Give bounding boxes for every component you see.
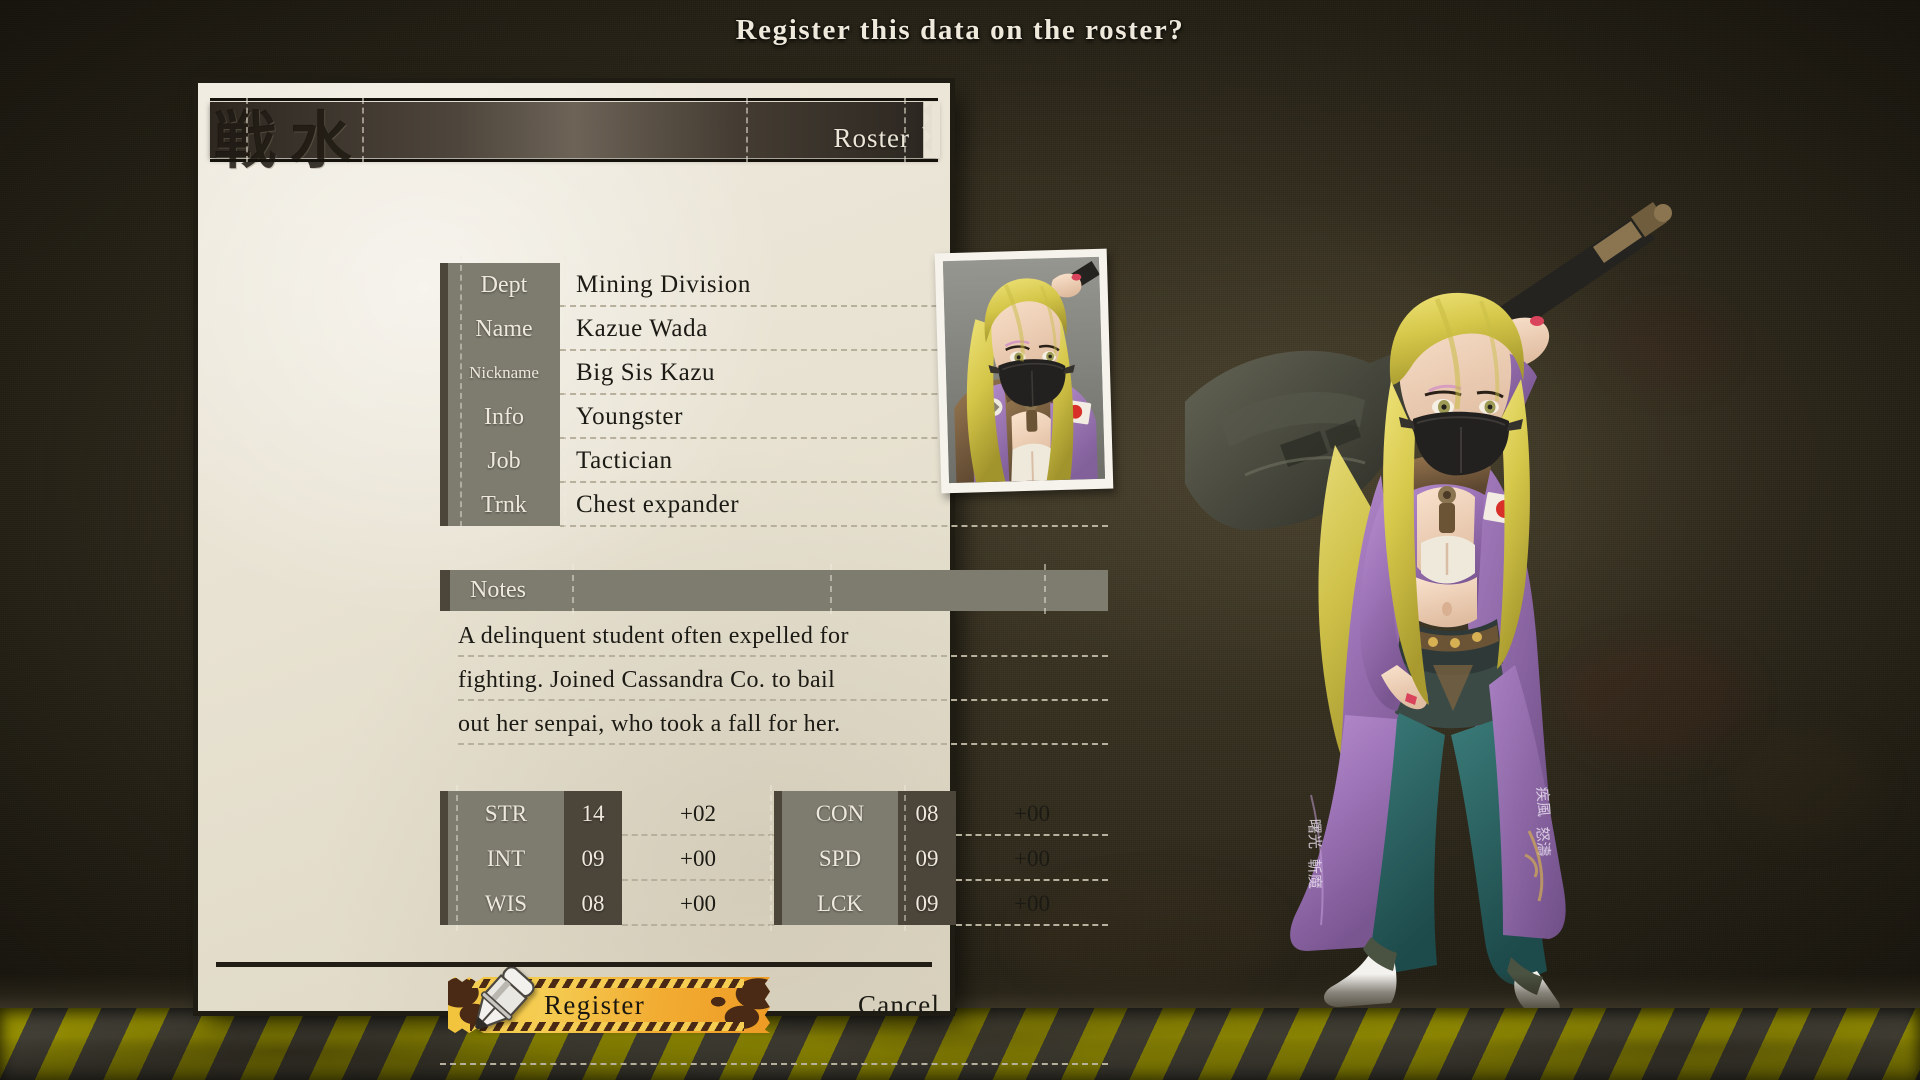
header-tick-2 xyxy=(362,98,364,162)
stat-group-right-edge xyxy=(774,791,782,925)
pen-icon xyxy=(458,965,544,1037)
roster-card: 戦 水 Roster Dept Mining Division Name Kaz… xyxy=(198,83,1114,1065)
stat-mod-con: +00 xyxy=(1014,801,1050,826)
stat-name-wis: WIS xyxy=(484,891,528,916)
info-value-nickname: Big Sis Kazu xyxy=(576,359,716,386)
info-value-name: Kazue Wada xyxy=(576,315,708,342)
info-row-divider xyxy=(560,525,1108,527)
notes-block: Notes A delinquent student often expelle… xyxy=(440,564,1108,745)
stat-name-lck: LCK xyxy=(817,891,863,916)
info-block: Dept Mining Division Name Kazue Wada Nic… xyxy=(440,248,1114,527)
info-label-name: Name xyxy=(475,316,533,342)
info-left-edge xyxy=(440,263,448,526)
info-value-dept: Mining Division xyxy=(576,271,751,298)
portrait-frame xyxy=(934,248,1114,494)
info-label-nickname: Nickname xyxy=(469,363,539,382)
cancel-button[interactable]: Cancel xyxy=(858,977,1038,1033)
stat-name-str: STR xyxy=(484,801,528,826)
stat-group-left: STR 14 +02 INT 09 +00 WIS 08 +00 xyxy=(440,791,774,926)
stat-value-str: 14 xyxy=(581,801,605,826)
notes-header: Notes xyxy=(450,570,1108,611)
stat-row-con: CON 08 +00 xyxy=(782,791,1108,836)
header-kanji-stamp: 戦 水 xyxy=(214,104,352,177)
info-tick-1 xyxy=(460,255,462,527)
header-tick-1 xyxy=(246,98,248,162)
portrait-image xyxy=(942,256,1106,484)
stat-row-lck: LCK 09 +00 xyxy=(782,881,1108,926)
info-value-job: Tactician xyxy=(576,447,673,474)
notes-tick-1 xyxy=(572,564,574,614)
dialog-title: Register this data on the roster? xyxy=(735,14,1185,46)
info-value-trnk: Chest expander xyxy=(576,491,740,518)
stat-value-lck: 09 xyxy=(915,891,939,916)
info-label-dept: Dept xyxy=(480,272,528,298)
stat-name-con: CON xyxy=(815,801,865,826)
stat-mod-int: +00 xyxy=(680,846,716,871)
header-torn-edge xyxy=(914,102,940,158)
svg-text:疾風: 疾風 xyxy=(1533,786,1553,817)
info-label-job: Job xyxy=(487,448,521,474)
stat-row-spd: SPD 09 +00 xyxy=(782,836,1108,881)
svg-text:斬魔: 斬魔 xyxy=(1305,859,1324,890)
stat-value-wis: 08 xyxy=(581,891,605,916)
stat-value-con: 08 xyxy=(915,801,939,826)
notes-line-3: out her senpai, who took a fall for her. xyxy=(458,701,1108,745)
stat-row-int: INT 09 +00 xyxy=(448,836,774,881)
stat-mod-lck: +00 xyxy=(1014,891,1050,916)
stat-row-wis: WIS 08 +00 xyxy=(448,881,774,926)
stat-mod-str: +02 xyxy=(680,801,716,826)
header-title: Roster xyxy=(833,123,910,153)
notes-line-2: fighting. Joined Cassandra Co. to bail xyxy=(458,657,1108,701)
stat-row-divider xyxy=(956,924,1108,926)
header-tick-4 xyxy=(904,98,906,162)
character-art-kazue-wada: 曙光 斬魔 疾風 怒濤 xyxy=(1165,195,1745,1025)
stats-block: STR 14 +02 INT 09 +00 WIS 08 +00 CON 08 … xyxy=(440,785,1108,931)
stat-name-int: INT xyxy=(486,846,526,871)
info-label-trnk: Trnk xyxy=(481,492,527,518)
card-header: 戦 水 Roster xyxy=(210,94,940,177)
svg-text:曙光: 曙光 xyxy=(1305,819,1324,850)
stat-value-int: 09 xyxy=(581,846,605,871)
card-bottom-bar xyxy=(216,962,932,967)
notes-tick-3 xyxy=(1044,564,1046,614)
notes-tick-2 xyxy=(830,564,832,614)
stat-name-spd: SPD xyxy=(818,846,862,871)
info-tick-2 xyxy=(564,255,566,527)
stats-tick-3 xyxy=(904,785,906,931)
stats-tick-1 xyxy=(456,785,458,931)
footer-divider xyxy=(440,1063,1108,1065)
dialog-title-bar: Register this data on the roster? xyxy=(0,14,1920,47)
header-tick-3 xyxy=(746,98,748,162)
notes-left-edge xyxy=(440,570,450,611)
footer-block: Register Cancel xyxy=(440,963,1108,1080)
stat-row-str: STR 14 +02 xyxy=(448,791,774,836)
stats-tick-2 xyxy=(770,785,772,931)
stat-group-right: CON 08 +00 SPD 09 +00 LCK 09 +00 xyxy=(774,791,1108,926)
register-button[interactable]: Register xyxy=(440,966,770,1035)
info-value-info: Youngster xyxy=(576,403,684,430)
notes-header-label: Notes xyxy=(470,577,526,603)
stat-mod-spd: +00 xyxy=(1014,846,1050,871)
stat-row-divider xyxy=(622,924,774,926)
stat-mod-wis: +00 xyxy=(680,891,716,916)
stat-group-left-edge xyxy=(440,791,448,925)
header-ribbon: 戦 水 Roster xyxy=(210,98,938,177)
notes-line-1: A delinquent student often expelled for xyxy=(458,613,1108,657)
register-button-label: Register xyxy=(544,990,646,1020)
info-label-info: Info xyxy=(484,404,524,430)
stat-value-spd: 09 xyxy=(915,846,939,871)
